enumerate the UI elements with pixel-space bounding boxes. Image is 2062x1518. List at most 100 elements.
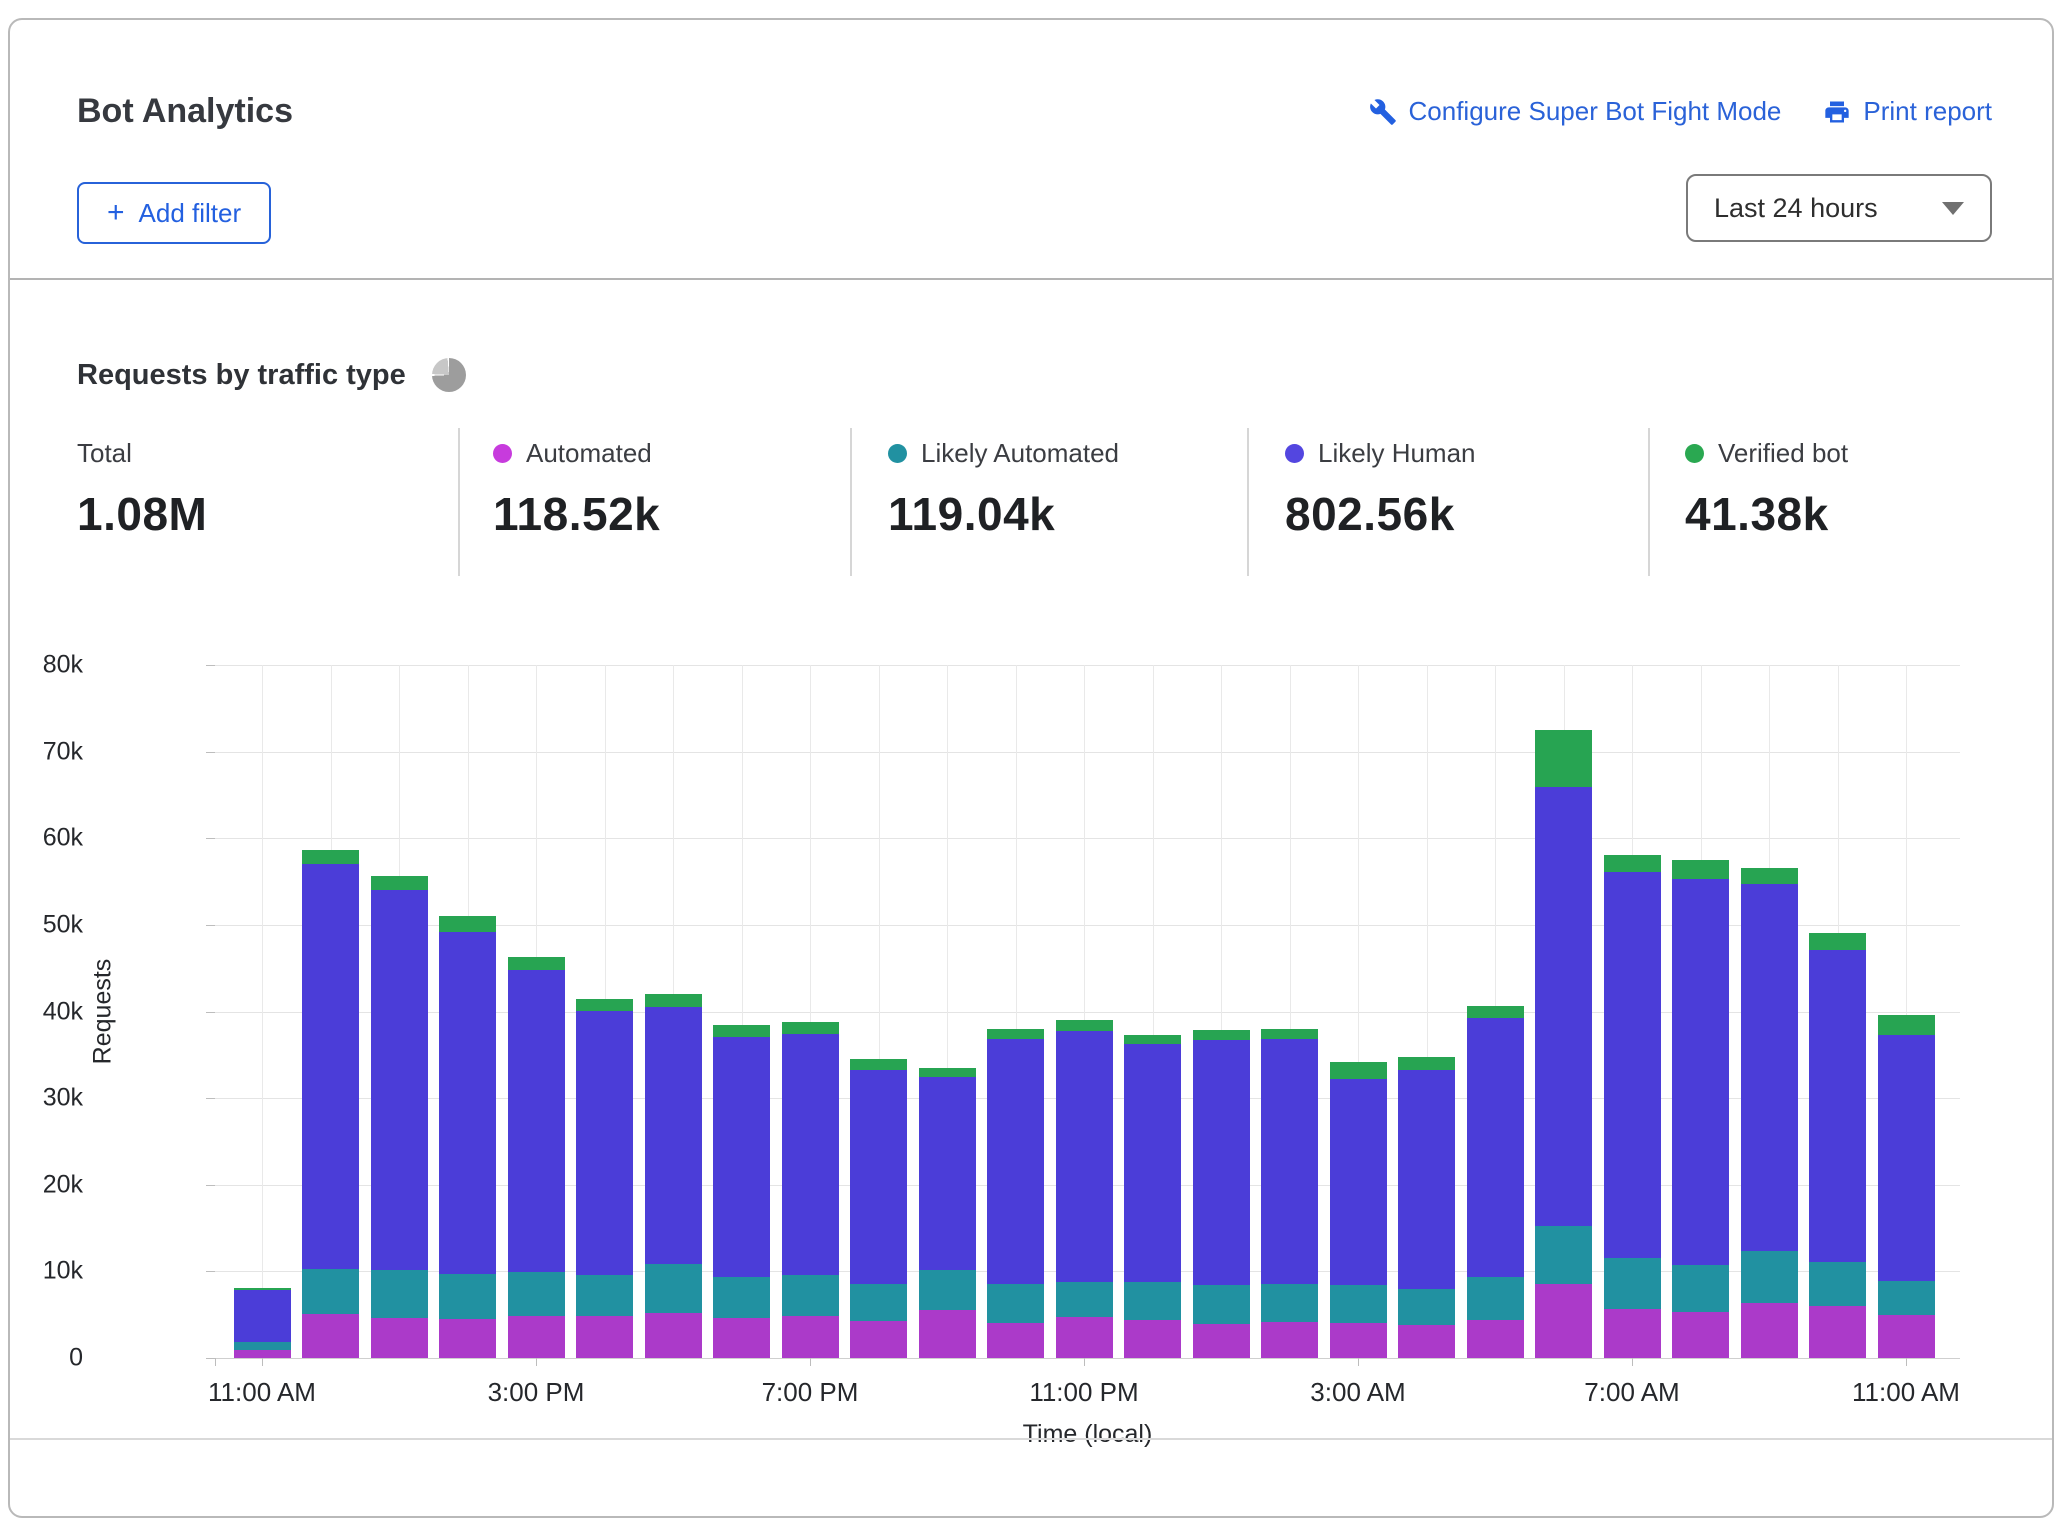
bar-2-am-15[interactable] [1261, 1029, 1318, 1358]
stat-label: Total [77, 438, 132, 469]
y-tick [206, 1098, 215, 1099]
bar-segment-verified-bot [1467, 1006, 1524, 1018]
bar-segment-likely-automated [1261, 1284, 1318, 1322]
bar-segment-automated [1398, 1325, 1455, 1358]
bar-5-am-18[interactable] [1467, 1006, 1524, 1358]
bar-segment-likely-automated [508, 1272, 565, 1315]
bar-segment-verified-bot [1604, 855, 1661, 872]
plus-icon: + [107, 198, 125, 228]
bar-2-pm-3[interactable] [439, 916, 496, 1358]
bar-segment-likely-human [439, 932, 496, 1274]
bar-segment-automated [576, 1316, 633, 1358]
bar-1-am-14[interactable] [1193, 1030, 1250, 1358]
bar-segment-verified-bot [1398, 1057, 1455, 1070]
bar-8-am-21[interactable] [1672, 860, 1729, 1358]
page-title: Bot Analytics [77, 92, 293, 131]
configure-super-bot-fight-mode-link[interactable]: Configure Super Bot Fight Mode [1369, 96, 1782, 127]
bar-4-pm-5[interactable] [576, 999, 633, 1358]
y-tick-label: 50k [43, 910, 83, 939]
x-tick-label: 3:00 AM [1310, 1377, 1405, 1408]
stat-divider [850, 428, 852, 576]
bar-12-am-13[interactable] [1124, 1035, 1181, 1358]
bar-segment-automated [782, 1316, 839, 1358]
stat-label: Verified bot [1718, 438, 1848, 469]
bar-7-am-20[interactable] [1604, 855, 1661, 1358]
stat-label: Automated [526, 438, 652, 469]
bar-segment-automated [713, 1318, 770, 1358]
bar-6-am-19[interactable] [1535, 730, 1592, 1358]
bar-segment-automated [1604, 1309, 1661, 1358]
legend-dot [493, 444, 512, 463]
x-axis-title: Time (local) [215, 1420, 1960, 1449]
configure-link-label: Configure Super Bot Fight Mode [1409, 96, 1782, 127]
bar-segment-automated [1193, 1324, 1250, 1358]
section-title: Requests by traffic type [77, 359, 406, 392]
y-tick [206, 925, 215, 926]
x-tick [1906, 1358, 1907, 1366]
bar-segment-verified-bot [371, 876, 428, 890]
bar-11-am-0[interactable] [234, 1288, 291, 1358]
y-tick [206, 1271, 215, 1272]
bar-8-pm-9[interactable] [850, 1059, 907, 1358]
bar-segment-automated [1056, 1317, 1113, 1358]
print-report-link[interactable]: Print report [1823, 96, 1992, 127]
bar-segment-likely-automated [1878, 1281, 1935, 1315]
bar-segment-likely-automated [1741, 1251, 1798, 1302]
bar-segment-verified-bot [713, 1025, 770, 1037]
bar-segment-automated [645, 1313, 702, 1358]
bar-segment-likely-human [1330, 1079, 1387, 1285]
bar-segment-likely-automated [645, 1264, 702, 1313]
bar-segment-verified-bot [439, 916, 496, 932]
plot-area: 010k20k30k40k50k60k70k80k11:00 AM3:00 PM… [215, 665, 1960, 1358]
stat-label: Likely Automated [921, 438, 1119, 469]
bar-segment-verified-bot [1672, 860, 1729, 879]
add-filter-button[interactable]: + Add filter [77, 182, 271, 244]
bar-11-am-24[interactable] [1878, 1015, 1935, 1358]
x-tick [810, 1358, 811, 1366]
bar-segment-verified-bot [302, 850, 359, 864]
bar-segment-likely-automated [1193, 1285, 1250, 1324]
x-tick [1632, 1358, 1633, 1366]
printer-icon [1823, 98, 1851, 126]
bar-9-am-22[interactable] [1741, 868, 1798, 1358]
x-tick-label: 11:00 AM [1852, 1377, 1960, 1408]
stat-divider [458, 428, 460, 576]
y-tick-label: 70k [43, 737, 83, 766]
bar-3-am-16[interactable] [1330, 1062, 1387, 1358]
bar-segment-automated [1330, 1323, 1387, 1358]
bar-6-pm-7[interactable] [713, 1025, 770, 1358]
bar-segment-automated [987, 1323, 1044, 1358]
stat-verified-bot: Verified bot41.38k [1685, 438, 1848, 541]
bar-5-pm-6[interactable] [645, 994, 702, 1358]
y-tick-label: 10k [43, 1257, 83, 1286]
bar-segment-automated [234, 1350, 291, 1358]
bar-3-pm-4[interactable] [508, 957, 565, 1358]
stat-total: Total1.08M [77, 438, 207, 541]
bar-1-pm-2[interactable] [371, 876, 428, 1358]
bar-segment-likely-human [1604, 872, 1661, 1258]
bar-9-pm-10[interactable] [919, 1068, 976, 1358]
bar-segment-verified-bot [1741, 868, 1798, 884]
bar-10-am-23[interactable] [1809, 933, 1866, 1358]
bar-segment-verified-bot [1535, 730, 1592, 787]
add-filter-label: Add filter [139, 198, 242, 229]
bar-7-pm-8[interactable] [782, 1022, 839, 1358]
bar-10-pm-11[interactable] [987, 1029, 1044, 1358]
y-axis-title: Requests [88, 665, 118, 1358]
x-tick [1358, 1358, 1359, 1366]
stat-value: 118.52k [493, 487, 660, 541]
bar-12-pm-1[interactable] [302, 850, 359, 1358]
bar-segment-likely-human [1261, 1039, 1318, 1283]
bar-segment-verified-bot [850, 1059, 907, 1069]
bar-segment-verified-bot [1878, 1015, 1935, 1035]
bar-segment-likely-human [919, 1077, 976, 1269]
bar-11-pm-12[interactable] [1056, 1020, 1113, 1358]
bar-segment-automated [919, 1310, 976, 1358]
bar-4-am-17[interactable] [1398, 1057, 1455, 1358]
bar-segment-likely-automated [1809, 1262, 1866, 1306]
bar-segment-likely-human [1467, 1018, 1524, 1276]
bar-segment-likely-human [782, 1034, 839, 1275]
x-axis-origin-tick [215, 1358, 216, 1366]
time-range-select[interactable]: Last 24 hours [1686, 174, 1992, 242]
stat-value: 802.56k [1285, 487, 1476, 541]
